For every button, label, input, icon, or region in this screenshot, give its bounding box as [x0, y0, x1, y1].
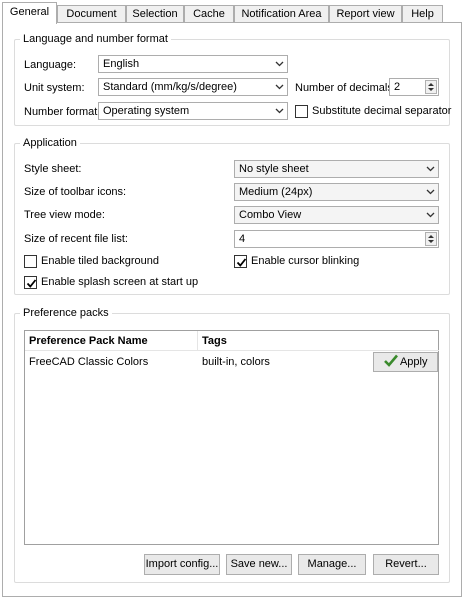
chevron-down-icon: [426, 166, 435, 172]
tree-view-value: Combo View: [239, 209, 302, 221]
spin-buttons[interactable]: [425, 232, 437, 246]
unit-system-label: Unit system:: [24, 82, 85, 94]
application-group-title: Application: [20, 136, 80, 150]
unit-system-select[interactable]: Standard (mm/kg/s/degree): [98, 78, 288, 96]
decimals-spinbox[interactable]: 2: [389, 78, 439, 96]
recent-files-label: Size of recent file list:: [24, 233, 128, 245]
spin-buttons[interactable]: [425, 80, 437, 94]
checkmark-icon: [236, 258, 247, 267]
apply-label: Apply: [399, 356, 428, 368]
decimals-label: Number of decimals:: [295, 82, 396, 94]
number-format-value: Operating system: [103, 105, 190, 117]
checkmark-icon: [26, 279, 37, 288]
recent-files-value: 4: [239, 233, 246, 245]
tiled-background-checkbox[interactable]: [24, 255, 37, 268]
language-select[interactable]: English: [98, 55, 288, 73]
toolbar-icons-label: Size of toolbar icons:: [24, 186, 127, 198]
tree-view-select[interactable]: Combo View: [234, 206, 439, 224]
substitute-separator-label: Substitute decimal separator: [312, 105, 452, 117]
toolbar-icons-select[interactable]: Medium (24px): [234, 183, 439, 201]
chevron-down-icon: [426, 189, 435, 195]
tab-general[interactable]: General: [2, 2, 57, 24]
apply-button[interactable]: Apply: [373, 352, 438, 372]
substitute-separator-checkbox[interactable]: [295, 105, 308, 118]
recent-files-spinbox[interactable]: 4: [234, 230, 439, 248]
preference-packs-table: Preference Pack Name Tags FreeCAD Classi…: [24, 330, 439, 545]
spin-arrows-icon: [428, 83, 434, 91]
splash-screen-checkbox[interactable]: [24, 276, 37, 289]
preference-packs-title: Preference packs: [20, 306, 112, 320]
pack-name-cell: FreeCAD Classic Colors: [29, 356, 149, 368]
column-header-name[interactable]: Preference Pack Name: [25, 331, 198, 351]
style-sheet-select[interactable]: No style sheet: [234, 160, 439, 178]
tab-report-view[interactable]: Report view: [329, 5, 402, 23]
chevron-down-icon: [275, 61, 284, 67]
import-config-button[interactable]: Import config...: [144, 554, 220, 575]
cursor-blinking-label: Enable cursor blinking: [251, 255, 360, 267]
tab-help[interactable]: Help: [402, 5, 443, 23]
tab-document[interactable]: Document: [57, 5, 126, 23]
language-label: Language:: [24, 59, 76, 71]
chevron-down-icon: [275, 84, 284, 90]
tree-view-label: Tree view mode:: [24, 209, 105, 221]
revert-button[interactable]: Revert...: [373, 554, 439, 575]
splash-screen-label: Enable splash screen at start up: [41, 276, 199, 288]
manage-button[interactable]: Manage...: [298, 554, 366, 575]
tab-notification-area[interactable]: Notification Area: [234, 5, 329, 23]
tiled-background-label: Enable tiled background: [41, 255, 160, 267]
tab-selection[interactable]: Selection: [126, 5, 184, 23]
style-sheet-value: No style sheet: [239, 163, 309, 175]
cursor-blinking-checkbox[interactable]: [234, 255, 247, 268]
save-new-button[interactable]: Save new...: [226, 554, 292, 575]
chevron-down-icon: [426, 212, 435, 218]
chevron-down-icon: [275, 108, 284, 114]
column-header-tags[interactable]: Tags: [198, 331, 439, 351]
number-format-label: Number format:: [24, 106, 101, 118]
style-sheet-label: Style sheet:: [24, 163, 82, 175]
spin-arrows-icon: [428, 235, 434, 243]
tab-cache[interactable]: Cache: [184, 5, 234, 23]
pack-tags-cell: built-in, colors: [202, 356, 270, 368]
unit-system-value: Standard (mm/kg/s/degree): [103, 81, 237, 93]
number-format-select[interactable]: Operating system: [98, 102, 288, 120]
toolbar-icons-value: Medium (24px): [239, 186, 313, 198]
checkmark-icon: [383, 354, 398, 367]
language-value: English: [103, 58, 140, 70]
language-group-title: Language and number format: [20, 32, 171, 46]
decimals-value: 2: [394, 81, 401, 93]
